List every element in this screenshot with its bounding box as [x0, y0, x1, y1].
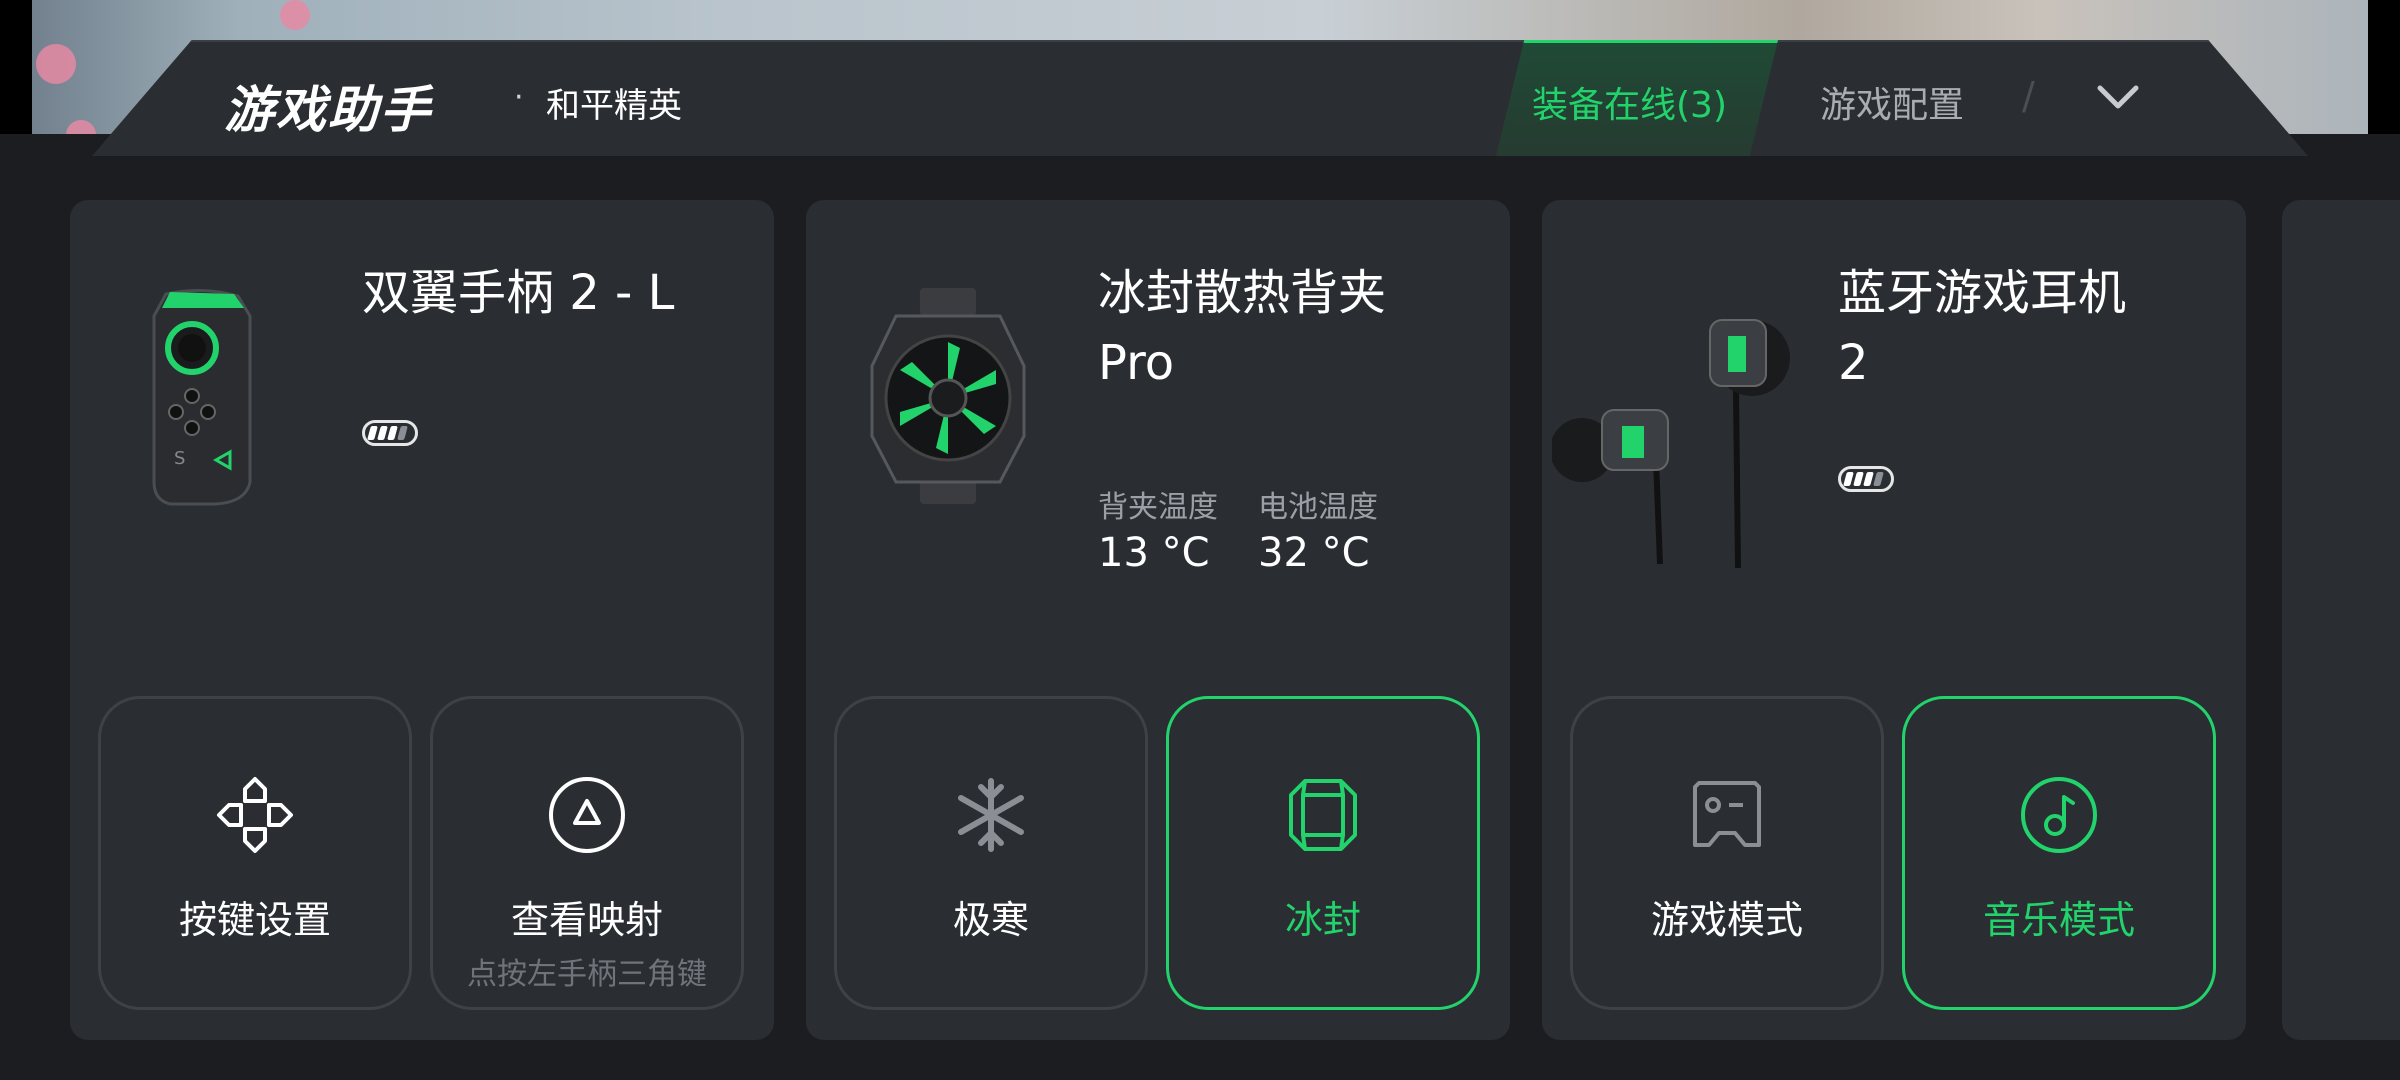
snowflake-icon	[958, 778, 1024, 852]
music-mode-label: 音乐模式	[1982, 898, 2135, 942]
gamepad-image: S	[152, 288, 252, 506]
music-note-icon	[2021, 777, 2097, 853]
device-card-cooler: 冰封散热背夹 Pro 背夹温度 13 °C 电池温度 32 °C 极寒 冰封	[806, 200, 1510, 1040]
next-device-card[interactable]	[2282, 200, 2400, 1040]
dpad-icon	[217, 777, 293, 853]
device-card-earphones: 蓝牙游戏耳机 2 游戏模式 音乐模式	[1542, 200, 2246, 1040]
clip-temp-value: 13 °C	[1098, 530, 1210, 576]
triangle-circle-icon	[549, 777, 625, 853]
device-title-line1: 蓝牙游戏耳机	[1838, 265, 2127, 321]
extreme-cold-button[interactable]: 极寒	[834, 696, 1148, 1010]
battery-icon	[362, 420, 418, 446]
tab-game-config[interactable]: 游戏配置	[1820, 76, 1964, 128]
earphones-image	[1552, 319, 1790, 569]
freeze-mode-button[interactable]: 冰封	[1166, 696, 1480, 1010]
clip-temp-label: 背夹温度	[1098, 490, 1218, 525]
screen-edge-left	[0, 0, 32, 150]
device-card-gamepad: S 双翼手柄 2 - L 按键设置 查看映射 点按左手柄三角键	[70, 200, 774, 1040]
view-mapping-hint: 点按左手柄三角键	[467, 957, 707, 992]
ice-cube-icon	[1289, 779, 1357, 851]
freeze-mode-label: 冰封	[1284, 898, 1361, 942]
background-blossom	[36, 44, 76, 84]
title-separator: ·	[514, 80, 524, 115]
device-title: 双翼手柄 2 - L	[362, 265, 675, 321]
screen-edge-right	[2368, 0, 2400, 150]
battery-icon	[1838, 466, 1894, 492]
chevron-down-icon[interactable]	[2096, 82, 2140, 114]
view-mapping-label: 查看映射	[510, 898, 663, 942]
app-title: 游戏助手	[224, 81, 432, 139]
music-mode-button[interactable]: 音乐模式	[1902, 696, 2216, 1010]
tab-divider: /	[2022, 74, 2035, 118]
cooler-image	[870, 288, 1026, 504]
game-mode-icon	[1693, 781, 1761, 847]
device-title-line1: 冰封散热背夹	[1098, 265, 1387, 321]
background-blossom	[280, 0, 310, 30]
game-mode-label: 游戏模式	[1650, 898, 1803, 942]
key-settings-button[interactable]: 按键设置	[98, 696, 412, 1010]
game-mode-button[interactable]: 游戏模式	[1570, 696, 1884, 1010]
svg-text:S: S	[174, 448, 185, 469]
battery-temp-value: 32 °C	[1258, 530, 1370, 576]
view-mapping-button[interactable]: 查看映射 点按左手柄三角键	[430, 696, 744, 1010]
battery-temp-label: 电池温度	[1258, 490, 1378, 525]
device-title-line2: 2	[1838, 335, 1869, 391]
extreme-cold-label: 极寒	[952, 898, 1029, 942]
tab-devices-online[interactable]: 装备在线(3)	[1532, 76, 1727, 128]
game-name: 和平精英	[546, 86, 682, 126]
key-settings-label: 按键设置	[178, 898, 331, 942]
device-title-line2: Pro	[1098, 335, 1175, 391]
